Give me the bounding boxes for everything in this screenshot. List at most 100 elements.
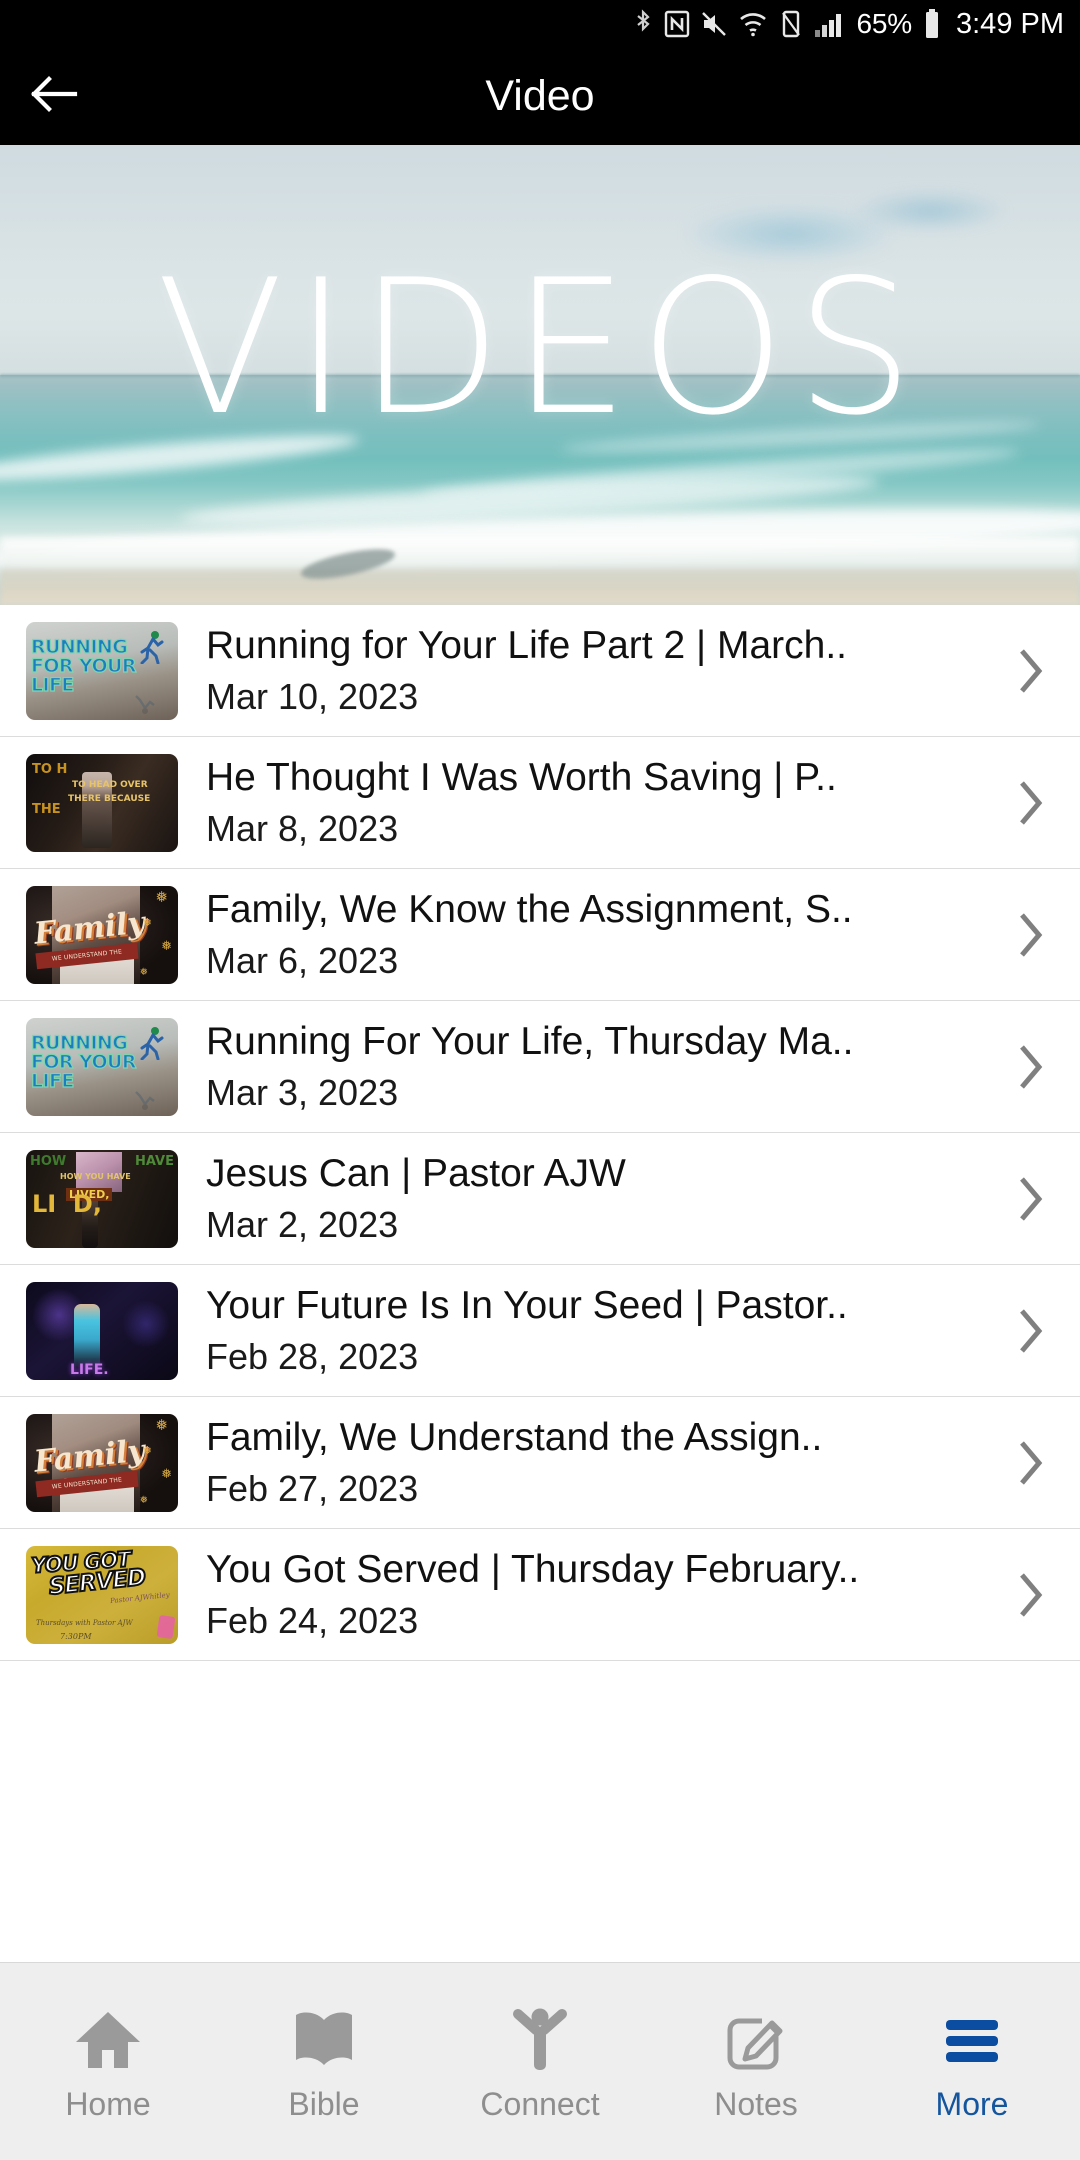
chevron-right-icon[interactable] <box>1002 1440 1058 1486</box>
tab-label: More <box>935 2085 1009 2122</box>
video-date: Feb 28, 2023 <box>206 1335 419 1377</box>
tab-label: Notes <box>714 2085 798 2122</box>
tab-notes[interactable]: Notes <box>648 1963 864 2160</box>
app-bar: Video <box>0 48 1080 145</box>
video-title: Family, We Understand the Assign.. <box>206 1415 823 1459</box>
chevron-right-icon[interactable] <box>1002 1044 1058 1090</box>
chevron-right-icon[interactable] <box>1002 648 1058 694</box>
thumb-text-line: LIFE <box>30 673 75 696</box>
snowflake-icon: ❅ <box>155 888 168 906</box>
stage-light <box>122 1299 170 1348</box>
table-row[interactable]: LIFE. Your Future Is In Your Seed | Past… <box>0 1265 1080 1397</box>
graffiti-mark <box>156 1614 176 1639</box>
chevron-right-icon[interactable] <box>1002 1572 1058 1618</box>
video-info: Running For Your Life, Thursday Ma.. Mar… <box>178 1018 1002 1116</box>
video-info: Jesus Can | Pastor AJW Mar 2, 2023 <box>178 1150 1002 1248</box>
hamburger-icon <box>938 2003 1006 2077</box>
video-info: Family, We Know the Assignment, S.. Mar … <box>178 886 1002 984</box>
reflection-icon <box>135 1090 155 1110</box>
video-title: Family, We Know the Assignment, S.. <box>206 887 853 931</box>
video-info: You Got Served | Thursday February.. Feb… <box>178 1546 1002 1644</box>
thumb-text-line: LIFE. <box>70 1361 109 1378</box>
video-thumbnail: TO H TO HEAD OVER THERE BECAUSE THE <box>26 753 178 852</box>
video-date: Mar 3, 2023 <box>206 1071 399 1113</box>
table-row[interactable]: Family WE UNDERSTAND THE ASSIGNMENT ❅ ❅ … <box>0 1397 1080 1529</box>
video-thumbnail: RUNNING FOR YOUR LIFE <box>26 621 178 720</box>
hero-banner: VIDEOS <box>0 145 1080 605</box>
chevron-right-icon[interactable] <box>1002 1308 1058 1354</box>
bottom-nav: Home Bible Connect Notes More <box>0 1962 1080 2160</box>
table-row[interactable]: Family WE UNDERSTAND THE ASSIGNMENT ❅ ❅ … <box>0 869 1080 1001</box>
clock: 3:49 PM <box>956 7 1064 40</box>
video-thumbnail: LIFE. <box>26 1281 178 1380</box>
runner-icon <box>140 630 164 664</box>
video-info: He Thought I Was Worth Saving | P.. Mar … <box>178 754 1002 852</box>
table-row[interactable]: TO H TO HEAD OVER THERE BECAUSE THE He T… <box>0 737 1080 869</box>
thumb-text-line: THERE BECAUSE <box>68 793 151 804</box>
tab-bible[interactable]: Bible <box>216 1963 432 2160</box>
reflection-icon <box>135 694 155 714</box>
runner-icon <box>140 1026 164 1060</box>
video-title: He Thought I Was Worth Saving | P.. <box>206 755 837 799</box>
video-thumbnail: Family WE UNDERSTAND THE ASSIGNMENT ❅ ❅ … <box>26 1413 178 1512</box>
video-list: RUNNING FOR YOUR LIFE Running for Your L… <box>0 605 1080 1661</box>
thumb-text-line: HOW YOU HAVE <box>60 1171 131 1181</box>
table-row[interactable]: HOW HAVE HOW YOU HAVE LIVED, LI D, Jesus… <box>0 1133 1080 1265</box>
battery-percent: 65% <box>856 8 913 39</box>
thumb-text-line: HOW <box>30 1153 67 1169</box>
video-date: Feb 24, 2023 <box>206 1599 419 1641</box>
video-title: Running for Your Life Part 2 | March.. <box>206 623 847 667</box>
video-date: Mar 6, 2023 <box>206 939 399 981</box>
video-thumbnail: Family WE UNDERSTAND THE ASSIGNMENT ❅ ❅ … <box>26 885 178 984</box>
snowflake-icon: ❅ <box>161 937 172 953</box>
table-row[interactable]: RUNNING FOR YOUR LIFE Running for Your L… <box>0 605 1080 737</box>
hero-sand <box>0 569 1080 605</box>
thumb-text-line: 7:30PM <box>60 1631 92 1641</box>
tab-label: Connect <box>480 2085 600 2122</box>
signal-icon <box>814 10 844 38</box>
video-thumbnail: RUNNING FOR YOUR LIFE <box>26 1017 178 1116</box>
home-icon <box>74 2003 142 2077</box>
chevron-right-icon[interactable] <box>1002 780 1058 826</box>
video-title: Your Future Is In Your Seed | Pastor.. <box>206 1283 848 1327</box>
tab-home[interactable]: Home <box>0 1963 216 2160</box>
pencil-square-icon <box>722 2003 790 2077</box>
thumb-text-line: Thursdays with Pastor AJW <box>36 1618 133 1627</box>
video-title: You Got Served | Thursday February.. <box>206 1547 860 1591</box>
video-thumbnail: YOU GOT SERVED Pastor AJWhitley Thursday… <box>26 1545 178 1644</box>
tab-label: Home <box>65 2085 151 2122</box>
hero-overlay-text: VIDEOS <box>156 239 924 456</box>
thumb-text-line: FOR YOUR <box>30 1050 137 1073</box>
vibrate-icon <box>779 10 803 38</box>
page-title: Video <box>485 72 595 120</box>
battery-icon <box>923 8 941 40</box>
book-icon <box>290 2003 358 2077</box>
table-row[interactable]: YOU GOT SERVED Pastor AJWhitley Thursday… <box>0 1529 1080 1661</box>
snowflake-icon: ❅ <box>161 1465 172 1481</box>
video-thumbnail: HOW HAVE HOW YOU HAVE LIVED, LI D, <box>26 1149 178 1248</box>
thumb-text-line: LIFE <box>30 1069 75 1092</box>
tab-connect[interactable]: Connect <box>432 1963 648 2160</box>
chevron-right-icon[interactable] <box>1002 1176 1058 1222</box>
video-date: Mar 2, 2023 <box>206 1203 399 1245</box>
snowflake-icon: ❅ <box>142 1444 152 1457</box>
back-button[interactable] <box>0 48 108 145</box>
table-row[interactable]: RUNNING FOR YOUR LIFE Running For Your L… <box>0 1001 1080 1133</box>
video-info: Family, We Understand the Assign.. Feb 2… <box>178 1414 1002 1512</box>
speaker-figure <box>74 1303 100 1368</box>
nfc-icon <box>664 10 690 38</box>
chevron-right-icon[interactable] <box>1002 912 1058 958</box>
tab-label: Bible <box>288 2085 360 2122</box>
video-info: Running for Your Life Part 2 | March.. M… <box>178 622 1002 720</box>
mute-icon <box>701 10 727 38</box>
video-title: Jesus Can | Pastor AJW <box>206 1151 626 1195</box>
snowflake-icon: ❅ <box>155 1416 168 1434</box>
tab-more[interactable]: More <box>864 1963 1080 2160</box>
bluetooth-icon <box>633 9 653 39</box>
snowflake-icon: ❅ <box>142 916 152 929</box>
video-title: Running For Your Life, Thursday Ma.. <box>206 1019 854 1063</box>
back-arrow-icon <box>29 74 79 119</box>
video-date: Mar 8, 2023 <box>206 807 399 849</box>
thumb-text-line: RUNNING <box>30 1031 128 1054</box>
thumb-text-line: TO HEAD OVER <box>72 779 148 790</box>
